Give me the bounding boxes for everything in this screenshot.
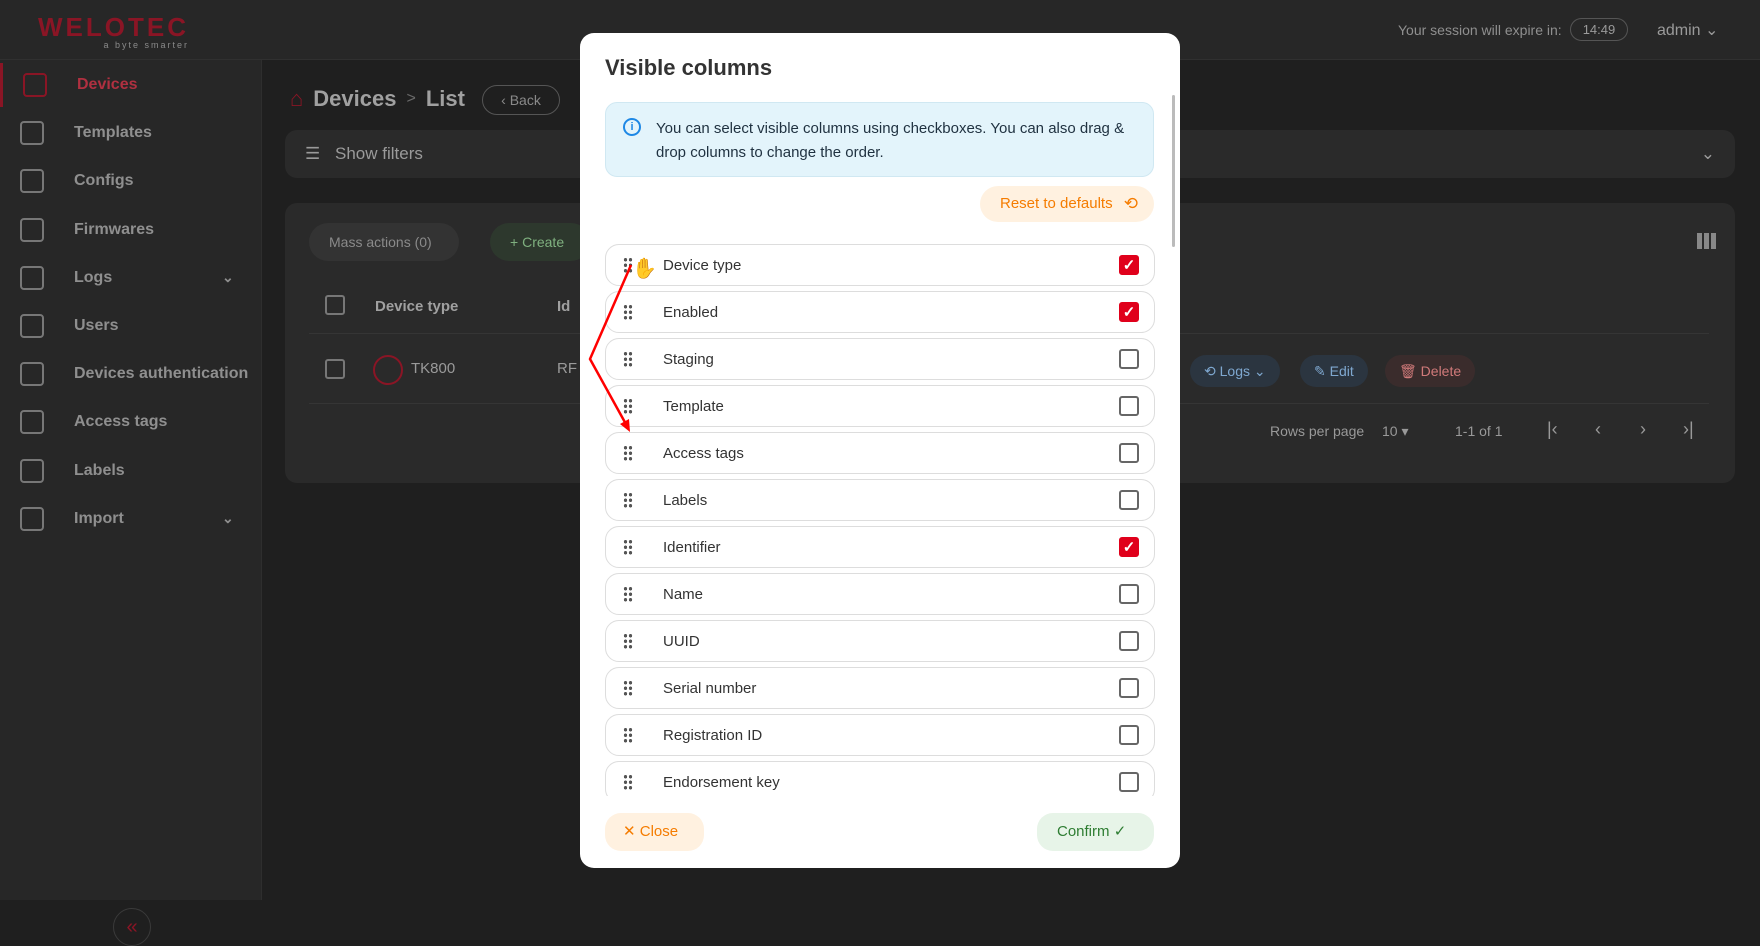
hand-cursor-icon: ✋	[632, 258, 657, 280]
collapse-sidebar-button[interactable]: «	[113, 908, 151, 946]
drag-annotation-arrow	[588, 264, 633, 432]
arrow-line	[588, 264, 633, 427]
